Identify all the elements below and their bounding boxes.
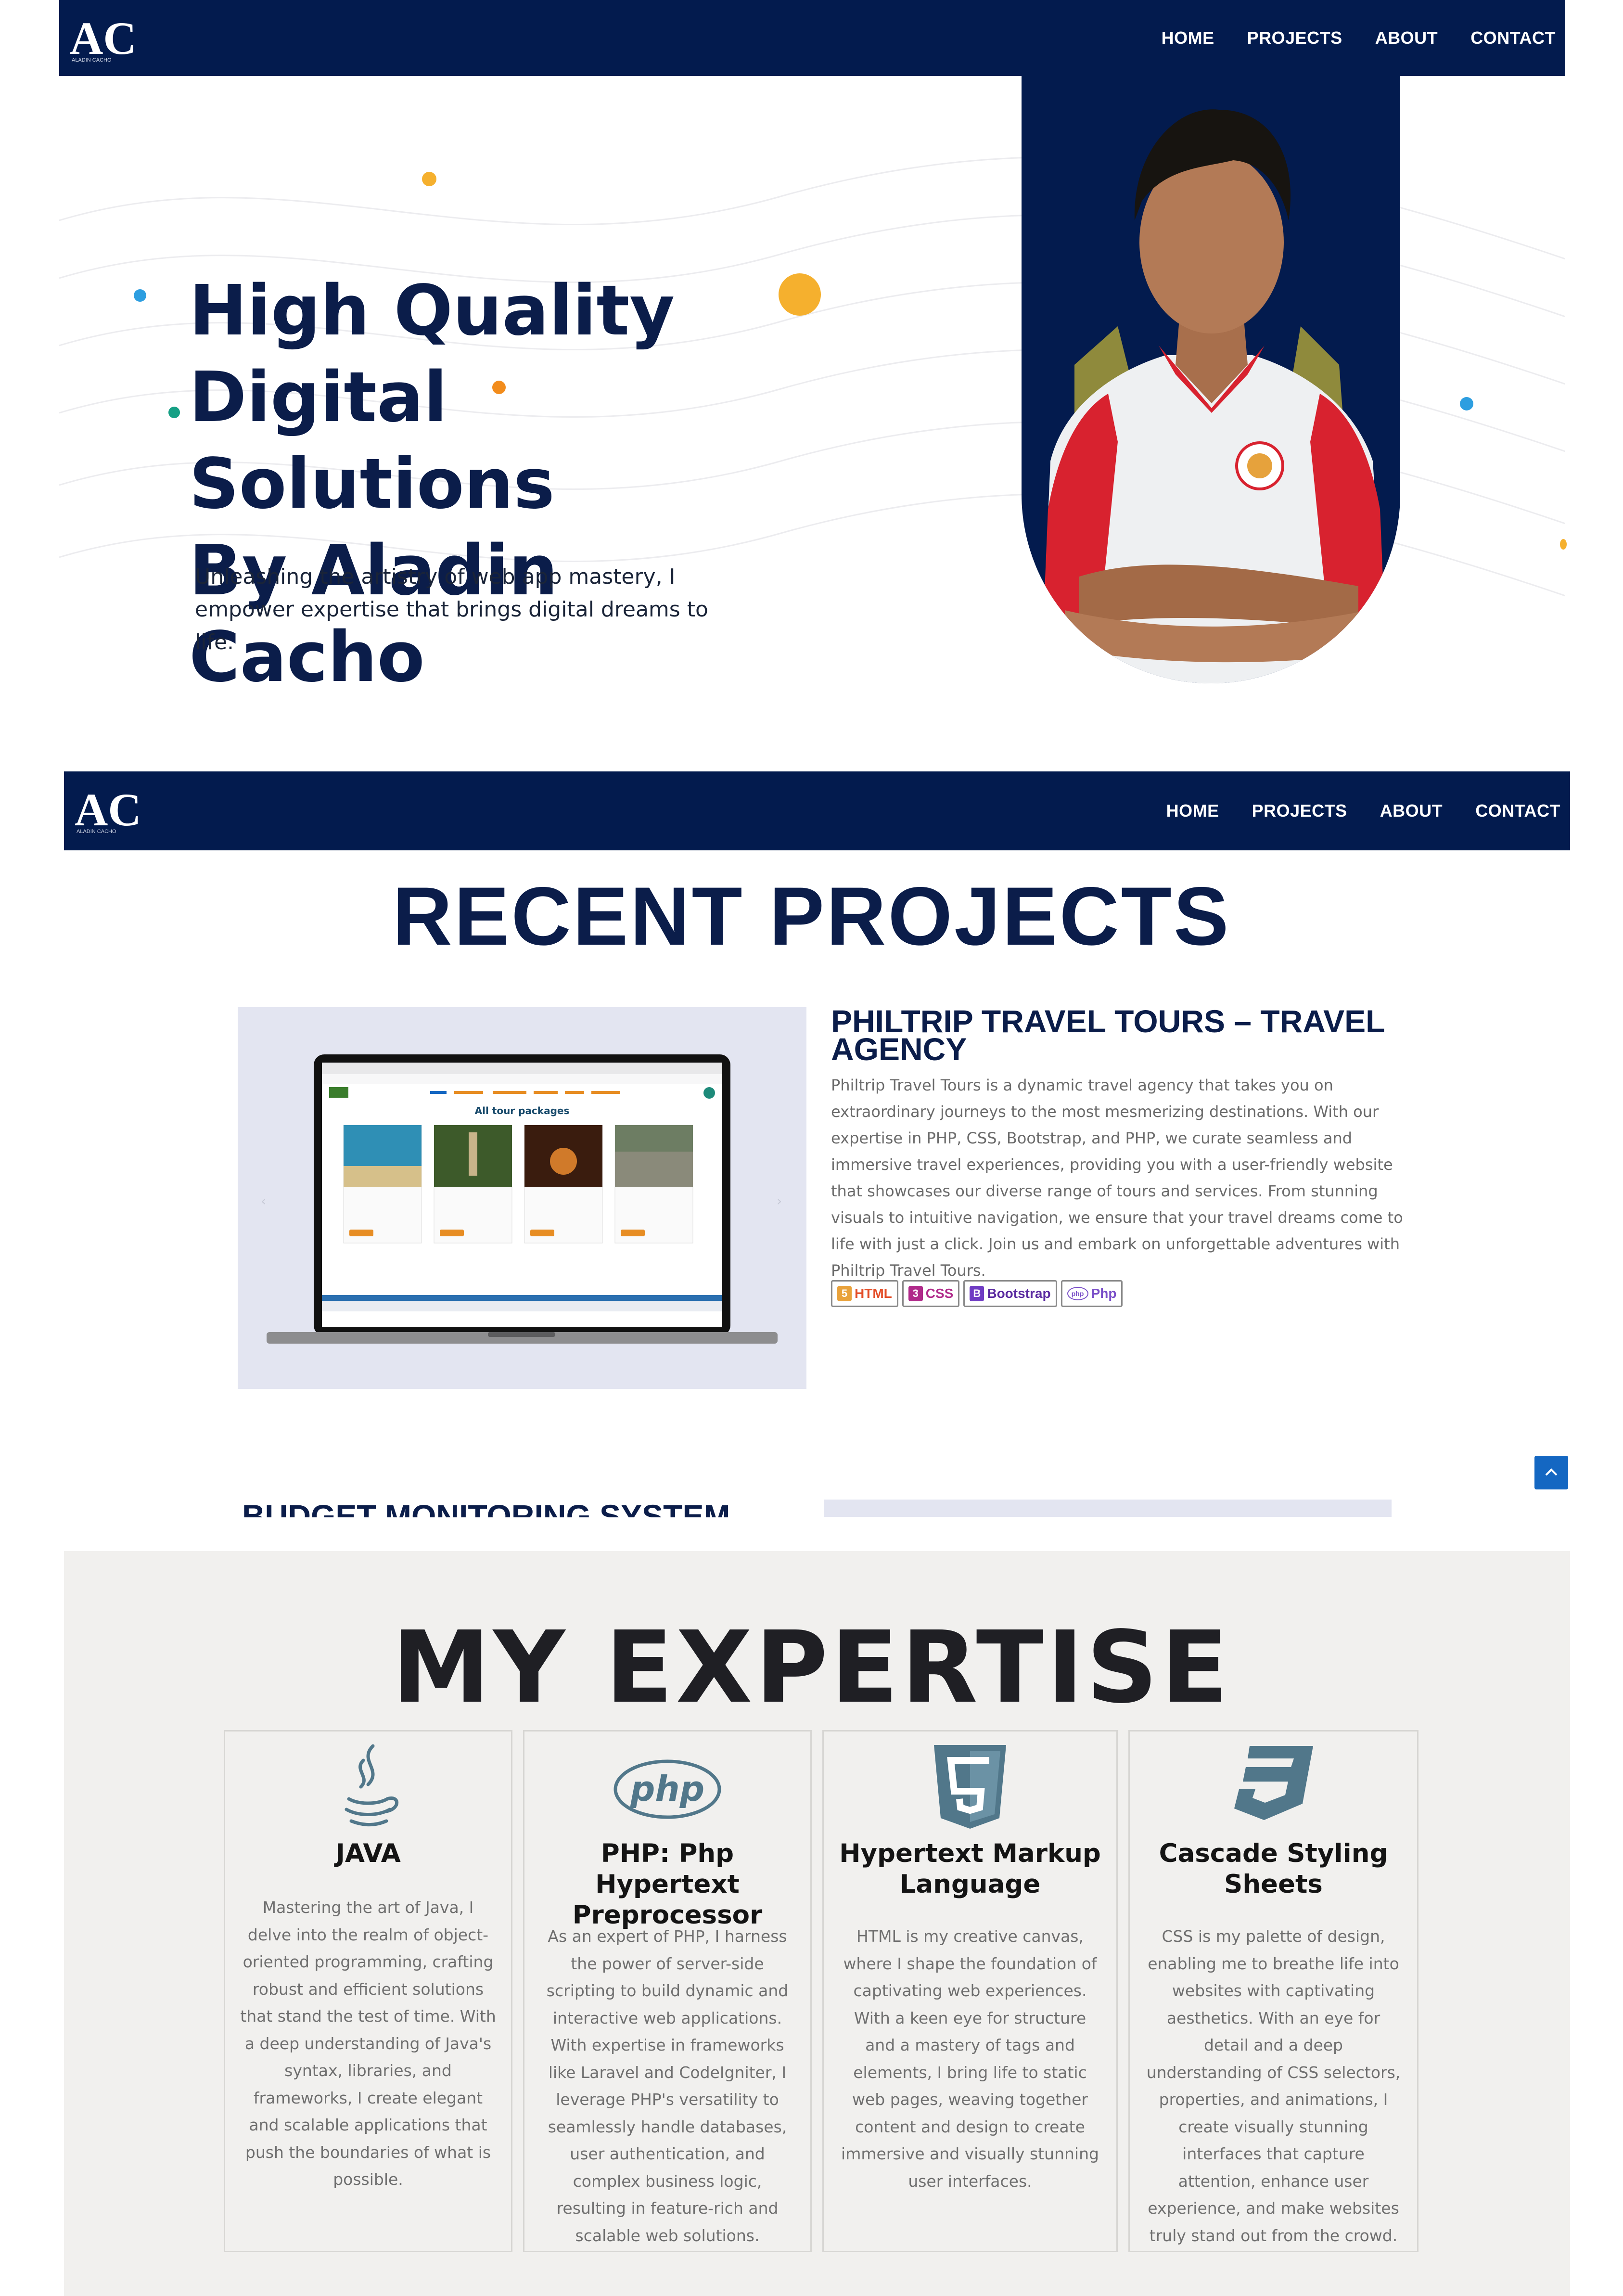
nav-contact-link[interactable]: CONTACT	[1475, 801, 1560, 821]
nav-projects-link[interactable]: PROJECTS	[1247, 28, 1342, 48]
css3-icon	[1130, 1741, 1417, 1833]
top-navbar: AC ALADIN CACHO HOME PROJECTS ABOUT CONT…	[59, 0, 1565, 76]
card-text: As an expert of PHP, I harness the power…	[546, 1927, 789, 2245]
portrait-image	[1041, 109, 1387, 683]
expertise-card-html: Hypertext Markup Language HTML is my cre…	[822, 1730, 1118, 2252]
expertise-card-css: Cascade Styling Sheets CSS is my palette…	[1128, 1730, 1419, 2252]
sticky-navbar: AC ALADIN CACHO HOME PROJECTS ABOUT CONT…	[64, 771, 1570, 850]
card-title: PHP: Php Hypertext Preprocessor	[572, 1839, 763, 1930]
java-icon	[225, 1741, 511, 1833]
tech-tags: 5 HTML 3 CSS B Bootstrap php Php	[831, 1280, 1123, 1307]
tag-bootstrap: B Bootstrap	[963, 1280, 1057, 1307]
html5-icon: 5	[837, 1286, 852, 1301]
card-text: HTML is my creative canvas, where I shap…	[841, 1927, 1099, 2191]
tag-label: Bootstrap	[987, 1286, 1051, 1301]
scroll-to-top-button[interactable]	[1534, 1456, 1568, 1489]
project-image[interactable]: All tour packages ‹ ›	[238, 1007, 806, 1389]
svg-text:›: ›	[777, 1193, 782, 1209]
svg-text:ALADIN CACHO: ALADIN CACHO	[77, 829, 116, 834]
card-text: Mastering the art of Java, I delve into …	[240, 1898, 496, 2189]
tag-label: HTML	[855, 1286, 892, 1301]
nav-contact-link[interactable]: CONTACT	[1470, 28, 1556, 48]
html5-icon	[824, 1741, 1116, 1833]
recent-projects-heading: RECENT PROJECTS	[392, 870, 1231, 962]
svg-text:php: php	[630, 1769, 704, 1809]
hero-subtitle: Unleashing the artistry of web app maste…	[195, 564, 708, 654]
svg-text:ALADIN CACHO: ALADIN CACHO	[72, 57, 112, 63]
nav-about-link[interactable]: ABOUT	[1380, 801, 1443, 821]
card-title: JAVA	[335, 1839, 401, 1868]
laptop-mockup: All tour packages ‹ ›	[261, 1054, 782, 1344]
project-image[interactable]	[824, 1500, 1392, 1517]
expertise-card-php: php PHP: Php Hypertext Preprocessor As a…	[523, 1730, 812, 2252]
decor-dot	[422, 172, 436, 186]
chevron-up-icon	[1545, 1468, 1558, 1476]
card-text: CSS is my palette of design, enabling me…	[1146, 1927, 1401, 2245]
project-title[interactable]: BUDGET MONITORING SYSTEM OF	[242, 1500, 771, 1517]
card-title: Cascade Styling Sheets	[1159, 1839, 1388, 1899]
card-title: Hypertext Markup Language	[839, 1839, 1101, 1899]
nav-about-link[interactable]: ABOUT	[1375, 28, 1438, 48]
bootstrap-icon: B	[970, 1286, 984, 1301]
nav-home-link[interactable]: HOME	[1166, 801, 1219, 821]
project-title[interactable]: PHILTRIP TRAVEL TOURS – TRAVEL AGENCY	[831, 1005, 1408, 1065]
hero-title-line: High Quality	[189, 270, 675, 351]
nav-links: HOME PROJECTS ABOUT CONTACT	[1166, 771, 1560, 850]
css3-icon: 3	[908, 1286, 923, 1301]
php-icon: php	[1067, 1287, 1088, 1300]
nav-links: HOME PROJECTS ABOUT CONTACT	[1162, 0, 1556, 76]
site-logo[interactable]: AC ALADIN CACHO	[67, 12, 137, 64]
php-icon: php	[524, 1741, 810, 1833]
tag-label: CSS	[925, 1286, 954, 1301]
hero-title-line: Digital Solutions	[189, 357, 555, 524]
decor-dot	[1560, 539, 1567, 550]
decor-dot	[134, 289, 146, 302]
tag-label: Php	[1091, 1286, 1117, 1301]
site-logo[interactable]: AC ALADIN CACHO	[72, 783, 141, 836]
tag-php: php Php	[1061, 1280, 1123, 1307]
svg-text:‹: ‹	[261, 1193, 266, 1209]
tag-css: 3 CSS	[902, 1280, 960, 1307]
decor-dot	[168, 407, 180, 418]
hero-portrait	[1022, 76, 1400, 683]
expertise-card-java: JAVA Mastering the art of Java, I delve …	[224, 1730, 512, 2252]
tag-html: 5 HTML	[831, 1280, 898, 1307]
nav-projects-link[interactable]: PROJECTS	[1252, 801, 1347, 821]
decor-dot	[1460, 397, 1473, 410]
screen-heading: All tour packages	[475, 1105, 570, 1116]
nav-home-link[interactable]: HOME	[1162, 28, 1214, 48]
project-description: Philtrip Travel Tours is a dynamic trave…	[831, 1076, 1403, 1280]
expertise-heading: MY EXPERTISE	[392, 1610, 1231, 1725]
svg-text:AC: AC	[70, 13, 134, 64]
svg-text:AC: AC	[75, 784, 139, 835]
